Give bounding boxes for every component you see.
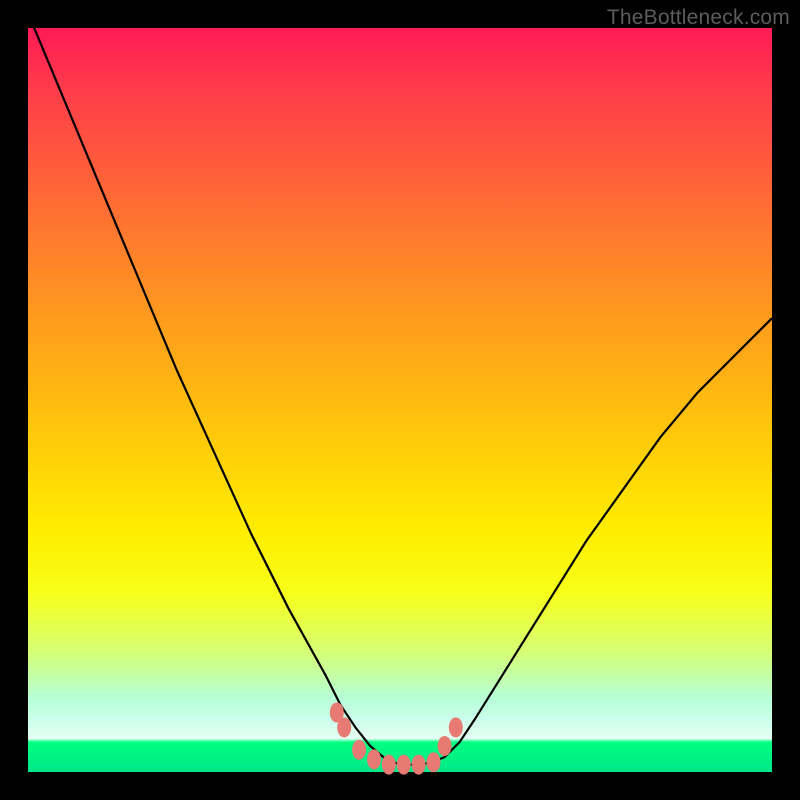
watermark-text: TheBottleneck.com: [607, 6, 790, 30]
bottleneck-curve: [28, 28, 772, 772]
chart-frame: TheBottleneck.com: [0, 0, 800, 800]
curve-marker: [449, 717, 463, 737]
curve-marker: [427, 752, 441, 772]
curve-marker: [382, 755, 396, 775]
curve-marker: [412, 755, 426, 775]
curve-marker: [438, 736, 452, 756]
curve-marker: [337, 717, 351, 737]
curve-marker: [367, 749, 381, 769]
chart-plot-area: [28, 28, 772, 772]
curve-marker: [352, 740, 366, 760]
curve-marker: [397, 755, 411, 775]
